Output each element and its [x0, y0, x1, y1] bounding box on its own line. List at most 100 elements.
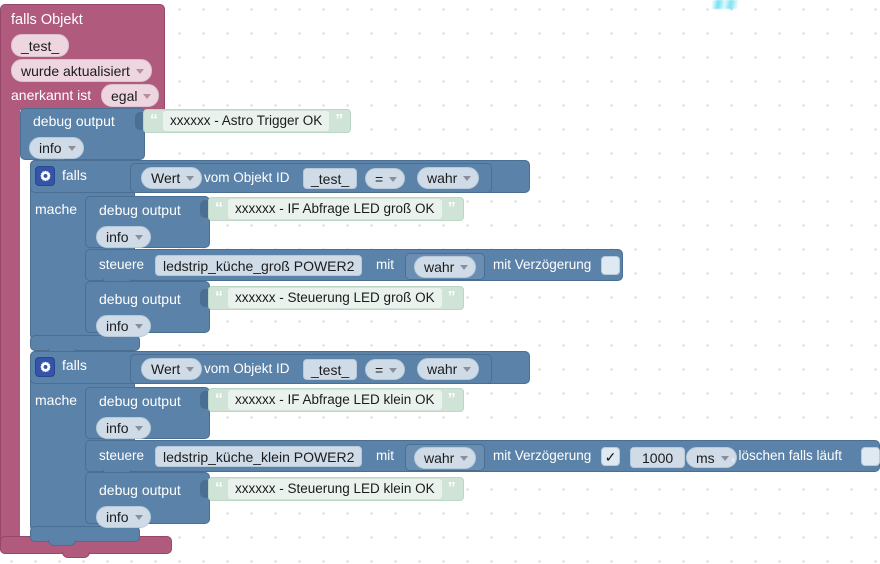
quote-close-icon: ”: [335, 112, 343, 129]
debug-severity-value-5: info: [106, 509, 129, 525]
control-value-2: wahr: [424, 450, 455, 466]
control-delay-checkbox-2[interactable]: ✓: [601, 447, 620, 466]
control-delay-unit-dropdown-2[interactable]: ms: [686, 447, 737, 468]
debug-message-field-2[interactable]: xxxxxx - IF Abfrage LED groß OK: [227, 198, 443, 220]
condition-operator-dropdown-2[interactable]: =: [365, 359, 406, 380]
if-block-1-footer: [30, 335, 140, 351]
debug-severity-value-2: info: [106, 229, 129, 245]
control-clear-checkbox-2[interactable]: [861, 447, 880, 466]
chevron-down-icon: [720, 455, 729, 461]
control-value-dropdown-1[interactable]: wahr: [414, 256, 477, 278]
condition-attribute-value-2: Wert: [151, 361, 181, 377]
debug-text-block-5[interactable]: “ xxxxxx - Steuerung LED klein OK ”: [208, 477, 464, 501]
condition-attribute-dropdown-2[interactable]: Wert: [141, 358, 203, 380]
debug-output-label-4: debug output: [99, 393, 181, 409]
if-label-1: falls: [62, 167, 87, 183]
trigger-ack-value: egal: [111, 87, 138, 104]
trigger-ack-label: anerkannt ist: [11, 87, 92, 103]
control-with-label-2: mit: [376, 448, 394, 463]
quote-open-icon: “: [150, 112, 158, 129]
do-label-1: mache: [35, 201, 78, 217]
chevron-down-icon: [143, 93, 152, 99]
quote-close-icon: ”: [447, 200, 456, 217]
control-value-dropdown-2[interactable]: wahr: [414, 447, 477, 469]
condition-middle-label-2: vom Objekt ID: [204, 361, 290, 376]
chevron-down-icon: [460, 265, 469, 270]
control-clear-label-2: , löschen falls läuft: [731, 448, 843, 463]
chevron-down-icon: [134, 235, 143, 240]
if-block-2-bottom-notch: [48, 540, 76, 546]
debug-text-block-3[interactable]: “ xxxxxx - Steuerung LED groß OK ”: [208, 286, 464, 310]
quote-open-icon: “: [215, 200, 223, 217]
control-delay-checkbox-1[interactable]: [601, 256, 620, 275]
control-object-id-field-1[interactable]: ledstrip_küche_groß POWER2: [155, 255, 363, 276]
condition-compare-value-1: wahr: [427, 170, 458, 186]
chevron-down-icon: [67, 146, 76, 151]
condition-attribute-value-1: Wert: [151, 170, 181, 186]
control-with-label-1: mit: [376, 257, 394, 272]
condition-operator-value-1: =: [375, 170, 384, 187]
condition-compare-dropdown-2[interactable]: wahr: [417, 358, 480, 380]
debug-text-block-4[interactable]: “ xxxxxx - IF Abfrage LED klein OK ”: [208, 388, 464, 412]
control-value-1: wahr: [424, 259, 455, 275]
debug-severity-dropdown-4[interactable]: info: [96, 417, 151, 439]
gear-icon[interactable]: [35, 166, 55, 186]
quote-close-icon: ”: [447, 480, 456, 497]
condition-object-id-field-1[interactable]: _test_: [303, 168, 358, 189]
chevron-down-icon: [186, 176, 195, 181]
debug-output-label-5: debug output: [99, 482, 181, 498]
debug-message-field-3[interactable]: xxxxxx - Steuerung LED groß OK: [227, 287, 443, 309]
quote-open-icon: “: [215, 480, 223, 497]
debug-text-block-1[interactable]: “ xxxxxx - Astro Trigger OK ”: [143, 109, 352, 133]
debug-severity-value-4: info: [106, 420, 129, 436]
chevron-down-icon: [463, 176, 472, 181]
debug-output-label-3: debug output: [99, 291, 181, 307]
debug-severity-dropdown-3[interactable]: info: [96, 315, 151, 337]
chevron-down-icon: [389, 367, 398, 373]
condition-operator-value-2: =: [375, 361, 384, 378]
debug-output-label-1: debug output: [33, 113, 115, 129]
chevron-down-icon: [186, 367, 195, 372]
debug-text-block-2[interactable]: “ xxxxxx - IF Abfrage LED groß OK ”: [208, 197, 464, 221]
trigger-ack-dropdown[interactable]: egal: [101, 84, 160, 107]
condition-operator-dropdown-1[interactable]: =: [365, 168, 406, 189]
control-delay-unit-2: ms: [696, 449, 715, 466]
control-object-id-field-2[interactable]: ledstrip_küche_klein POWER2: [155, 446, 363, 467]
control-verb-1: steuere: [99, 257, 145, 272]
control-delay-value-field-2[interactable]: 1000: [630, 447, 686, 468]
debug-severity-dropdown-1[interactable]: info: [29, 137, 84, 159]
debug-message-field-4[interactable]: xxxxxx - IF Abfrage LED klein OK: [227, 389, 443, 411]
debug-severity-dropdown-2[interactable]: info: [96, 226, 151, 248]
chevron-down-icon: [460, 456, 469, 461]
debug-severity-value-1: info: [39, 140, 62, 156]
condition-middle-label-1: vom Objekt ID: [204, 170, 290, 185]
blockly-workspace[interactable]: falls Objekt _test_ wurde aktualisiert a…: [0, 0, 880, 564]
debug-severity-dropdown-5[interactable]: info: [96, 506, 151, 528]
condition-attribute-dropdown-1[interactable]: Wert: [141, 167, 203, 189]
quote-open-icon: “: [215, 289, 223, 306]
quote-close-icon: ”: [447, 289, 456, 306]
trigger-change-type-label: wurde aktualisiert: [21, 62, 130, 79]
debug-severity-value-3: info: [106, 318, 129, 334]
quote-close-icon: ”: [447, 391, 456, 408]
debug-message-field-1[interactable]: xxxxxx - Astro Trigger OK: [162, 110, 331, 132]
checkmark-icon: ✓: [604, 448, 617, 465]
condition-compare-dropdown-1[interactable]: wahr: [417, 167, 480, 189]
chevron-down-icon: [134, 426, 143, 431]
chevron-down-icon: [135, 68, 144, 74]
control-delay-label-2: mit Verzögerung: [493, 448, 592, 463]
debug-message-field-5[interactable]: xxxxxx - Steuerung LED klein OK: [227, 478, 443, 500]
trigger-change-type-dropdown[interactable]: wurde aktualisiert: [11, 59, 152, 82]
if-label-2: falls: [62, 357, 87, 373]
trigger-object-id-field[interactable]: _test_: [11, 34, 70, 57]
condition-compare-value-2: wahr: [427, 361, 458, 377]
chevron-down-icon: [463, 367, 472, 372]
quote-open-icon: “: [215, 391, 223, 408]
trigger-block-bottom-notch: [62, 552, 90, 558]
control-delay-label-1: mit Verzögerung: [493, 257, 592, 272]
cursor-artifact: [712, 0, 738, 9]
control-verb-2: steuere: [99, 448, 145, 463]
condition-object-id-field-2[interactable]: _test_: [303, 359, 358, 380]
gear-icon[interactable]: [35, 357, 55, 377]
if-block-2-footer: [30, 526, 140, 542]
